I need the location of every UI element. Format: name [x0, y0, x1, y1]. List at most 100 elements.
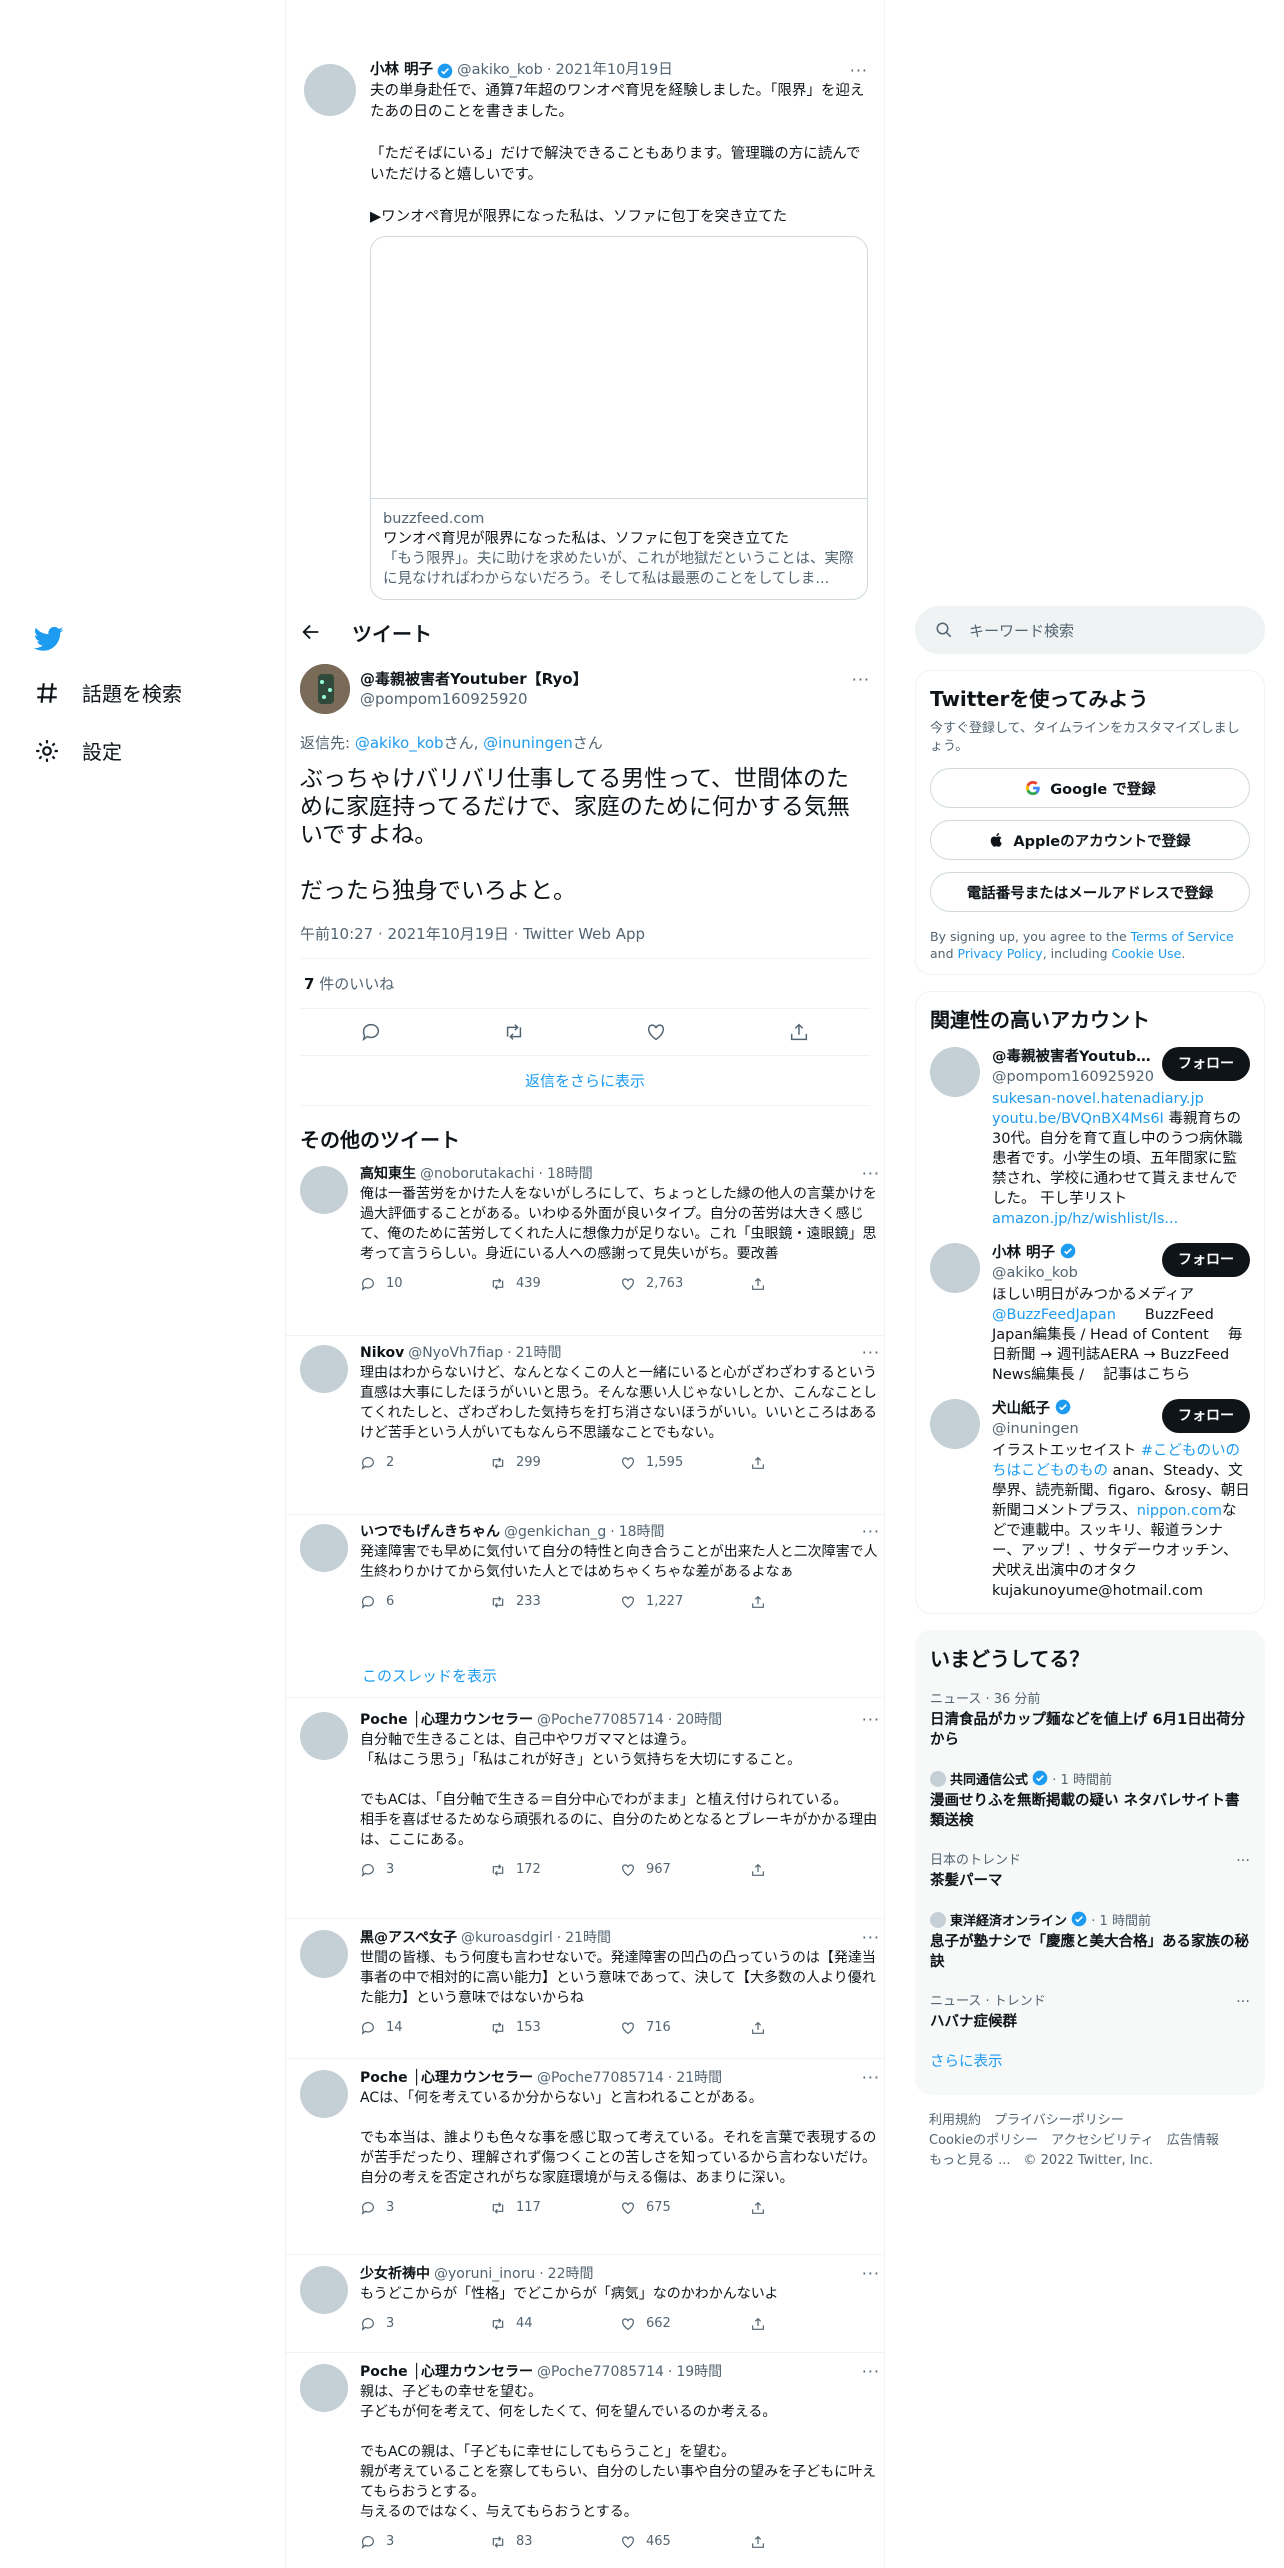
avatar[interactable] [930, 1243, 980, 1293]
author-name[interactable]: Poche │心理カウンセラー [360, 2068, 533, 2088]
tweet-date[interactable]: 2021年10月19日 [555, 60, 672, 81]
more-icon[interactable]: ··· [1236, 1992, 1250, 2012]
retweet-stat[interactable]: 44 [490, 2314, 620, 2334]
list-item[interactable]: 黒@アスペ女子 @kuroasdgirl · 21時間 ··· 世間の皆様、もう何度も言わ… [300, 1928, 879, 2038]
bio-link[interactable]: @BuzzFeedJapan [992, 1307, 1116, 1323]
reply-user-link[interactable]: @inuningen [483, 734, 573, 752]
avatar[interactable] [300, 2364, 348, 2412]
like-stat[interactable]: 967 [620, 1860, 750, 1880]
more-icon[interactable]: ··· [1236, 1851, 1250, 1871]
account-handle[interactable]: @inuningen [992, 1419, 1157, 1439]
avatar[interactable] [300, 1712, 348, 1760]
retweet-stat[interactable]: 172 [490, 1860, 620, 1880]
tweet-time[interactable]: 18時間 [619, 1522, 665, 1542]
avatar[interactable] [304, 64, 356, 116]
like-stat[interactable]: 1,227 [620, 1592, 750, 1612]
like-icon[interactable] [645, 1021, 667, 1043]
privacy-link[interactable]: Privacy Policy [958, 946, 1043, 961]
author-handle[interactable]: @NyoVh7fiap [408, 1343, 503, 1363]
author-name[interactable]: いつでもげんきちゃん [360, 1522, 500, 1542]
author-name[interactable]: Poche │心理カウンセラー [360, 1710, 533, 1730]
avatar[interactable] [300, 2266, 348, 2314]
share-stat[interactable] [750, 2316, 880, 2332]
author-name[interactable]: 高知東生 [360, 1164, 416, 1184]
avatar[interactable] [930, 1047, 980, 1097]
bio-link[interactable]: youtu.be/BVQnBX4Ms6I [992, 1111, 1164, 1127]
list-item[interactable]: Poche │心理カウンセラー @Poche77085714 · 20時間 ··· 自分軸… [300, 1710, 879, 1880]
trend-item[interactable]: 日本のトレンド 茶髪パーマ ··· [930, 1841, 1250, 1901]
follow-button[interactable]: フォロー [1162, 1047, 1250, 1081]
author-handle[interactable]: @Poche77085714 [537, 2362, 664, 2382]
share-stat[interactable] [750, 2534, 880, 2550]
reply-user-link[interactable]: @akiko_kob [355, 734, 444, 752]
author-name[interactable]: 黒@アスペ女子 [360, 1928, 457, 1948]
author-handle[interactable]: @noborutakachi [420, 1164, 535, 1184]
nav-explore[interactable]: 話題を検索 [34, 678, 182, 707]
retweet-stat[interactable]: 233 [490, 1592, 620, 1612]
nav-settings[interactable]: 設定 [34, 736, 122, 765]
reply-stat[interactable]: 2 [360, 1453, 490, 1473]
account-name[interactable]: 犬山紙子 [992, 1399, 1157, 1419]
more-icon[interactable]: ··· [862, 1928, 880, 1948]
bio-link[interactable]: amazon.jp/hz/wishlist/ls... [992, 1211, 1178, 1227]
author-name[interactable]: @毒親被害者Youtuber【Ryo】 [360, 669, 588, 689]
account-handle[interactable]: @akiko_kob [992, 1263, 1157, 1283]
list-item[interactable]: Poche │心理カウンセラー @Poche77085714 · 21時間 ··· ACは… [300, 2068, 879, 2218]
author-handle[interactable]: @pompom160925920 [360, 689, 588, 709]
google-signup-button[interactable]: Google で登録 [930, 768, 1250, 808]
back-arrow-icon[interactable] [300, 621, 322, 643]
list-item[interactable]: 高知東生 @noborutakachi · 18時間 ··· 俺は一番苦労をかけた人をない… [300, 1164, 879, 1294]
author-name[interactable]: Nikov [360, 1343, 404, 1363]
avatar[interactable] [300, 664, 350, 714]
quoted-tweet[interactable]: 小林 明子 @akiko_kob · 2021年10月19日 ··· 夫の単身赴… [304, 60, 868, 600]
tweet-meta[interactable]: 午前10:27 · 2021年10月19日 · Twitter Web App [300, 923, 870, 959]
reply-stat[interactable]: 3 [360, 2314, 490, 2334]
author-handle[interactable]: @Poche77085714 [537, 2068, 664, 2088]
avatar[interactable] [300, 1524, 348, 1572]
related-account[interactable]: @毒親被害者Youtuber【Ryo】@pompom160925920フォロー … [930, 1047, 1250, 1229]
avatar[interactable] [300, 1930, 348, 1978]
phone-email-signup-button[interactable]: 電話番号またはメールアドレスで登録 [930, 872, 1250, 912]
tweet-time[interactable]: 20時間 [676, 1710, 722, 1730]
like-stat[interactable]: 2,763 [620, 1274, 750, 1294]
more-icon[interactable]: ··· [852, 670, 870, 689]
more-icon[interactable]: ··· [862, 1343, 880, 1363]
tweet-time[interactable]: 18時間 [547, 1164, 593, 1184]
share-icon[interactable] [788, 1021, 810, 1043]
retweet-stat[interactable]: 439 [490, 1274, 620, 1294]
link-card[interactable]: buzzfeed.com ワンオペ育児が限界になった私は、ソファに包丁を突き立て… [370, 236, 868, 600]
reply-stat[interactable]: 6 [360, 1592, 490, 1612]
related-account[interactable]: 犬山紙子 @inuningen フォロー イラストエッセイスト #こどものいのちは… [930, 1399, 1250, 1601]
tweet-time[interactable]: 19時間 [676, 2362, 722, 2382]
tweet-time[interactable]: 22時間 [548, 2264, 594, 2284]
list-item[interactable]: Nikov @NyoVh7fiap · 21時間 ··· 理由はわからないけど、なんとなく… [300, 1343, 879, 1473]
share-stat[interactable] [750, 2020, 880, 2036]
more-icon[interactable]: ··· [862, 2362, 880, 2382]
like-stat[interactable]: 1,595 [620, 1453, 750, 1473]
trend-item[interactable]: 共同通信公式 · 1 時間前 漫画せりふを無断掲載の疑い ネタバレサイト書類送検 [930, 1760, 1250, 1841]
author-handle[interactable]: @genkichan_g [504, 1522, 606, 1542]
reply-stat[interactable]: 10 [360, 1274, 490, 1294]
trend-item[interactable]: ニュース · トレンド ハバナ症候群 ··· [930, 1982, 1250, 2042]
show-thread-link[interactable]: このスレッドを表示 [362, 1665, 497, 1686]
list-item[interactable]: Poche │心理カウンセラー @Poche77085714 · 19時間 ··· 親は、… [300, 2362, 879, 2552]
share-stat[interactable] [750, 1862, 880, 1878]
terms-link[interactable]: Terms of Service [1131, 929, 1234, 944]
apple-signup-button[interactable]: Appleのアカウントで登録 [930, 820, 1250, 860]
reply-stat[interactable]: 3 [360, 2198, 490, 2218]
cookie-link[interactable]: Cookie Use [1112, 946, 1182, 961]
share-stat[interactable] [750, 1594, 880, 1610]
bio-link[interactable]: sukesan-novel.hatenadiary.jp [992, 1091, 1204, 1107]
show-more-trends[interactable]: さらに表示 [930, 2042, 1250, 2082]
author-name[interactable]: 少女祈祷中 [360, 2264, 430, 2284]
footer-links[interactable]: 利用規約 プライバシーポリシー Cookieのポリシー アクセシビリティ 広告情… [915, 2111, 1265, 2171]
share-stat[interactable] [750, 1455, 880, 1471]
like-stat[interactable]: 465 [620, 2532, 750, 2552]
avatar[interactable] [300, 1166, 348, 1214]
list-item[interactable]: いつでもげんきちゃん @genkichan_g · 18時間 ··· 発達障害でも早めに気… [300, 1522, 879, 1612]
trend-item[interactable]: ニュース · 36 分前 日清食品がカップ麺などを値上げ 6月1日出荷分から [930, 1680, 1250, 1760]
like-stat[interactable]: 716 [620, 2018, 750, 2038]
reply-stat[interactable]: 3 [360, 1860, 490, 1880]
more-icon[interactable]: ··· [850, 60, 868, 81]
author-handle[interactable]: @yoruni_inoru [434, 2264, 535, 2284]
